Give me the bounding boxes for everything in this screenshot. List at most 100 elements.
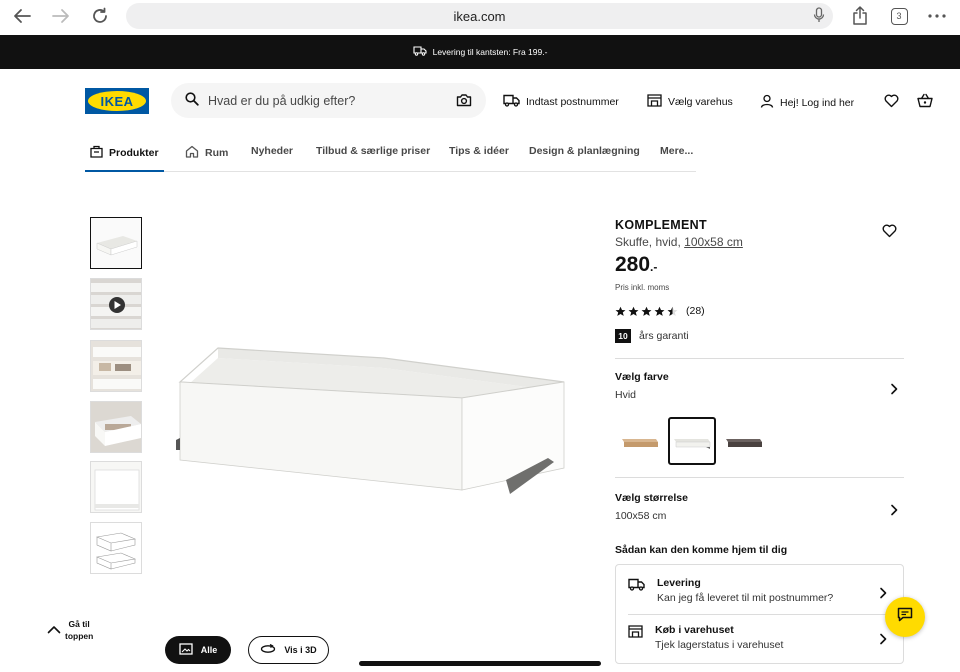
color-value: Hvid [615,389,637,401]
warranty-label: års garanti [639,330,689,342]
price-note: Pris inkl. moms [615,283,670,292]
chevron-right-icon[interactable] [878,586,888,604]
logo-text: IKEA [88,91,146,111]
truck-icon [628,578,645,596]
thumbnail-3[interactable] [90,340,142,392]
thumbnail-4[interactable] [90,401,142,453]
login-label: Hej! Log ind her [780,96,855,109]
price-suffix: .- [650,260,658,274]
rotate-3d-icon [260,643,276,656]
color-swatch-white[interactable] [668,417,716,465]
search-icon [185,92,199,109]
color-swatch-black-brown[interactable] [720,417,768,465]
camera-icon[interactable] [456,93,472,110]
forward-icon[interactable] [49,5,73,27]
description-text: Skuffe, hvid, [615,235,685,249]
products-bag-icon [90,145,103,161]
store-icon [628,625,643,643]
product-price: 280.- [615,253,657,277]
nav-label: Tilbud & særlige priser [316,145,431,157]
microphone-icon[interactable] [813,7,825,26]
chevron-right-icon[interactable] [889,382,899,400]
delivery-options: Levering Kan jeg få leveret til mit post… [615,564,904,664]
divider [628,614,892,615]
chevron-up-icon [47,625,61,636]
nav-label: Produkter [109,147,159,159]
back-to-top-button[interactable]: Gå til toppen [47,618,93,642]
ikea-logo[interactable]: IKEA [85,88,149,114]
product-description: Skuffe, hvid, 100x58 cm [615,235,743,249]
more-icon[interactable] [925,5,949,27]
postcode-label: Indtast postnummer [526,96,619,108]
nav-item-tilbud[interactable]: Tilbud & særlige priser [316,145,430,157]
category-nav: Produkter Rum Nyheder Tilbud & særlige p… [85,136,696,172]
search-input[interactable]: Hvad er du på udkig efter? [171,83,486,118]
back-icon[interactable] [10,5,34,27]
favorites-heart-icon[interactable] [884,94,899,113]
tabs-button[interactable]: 3 [887,5,911,27]
rating-count: (28) [686,305,705,317]
nav-active-underline [85,170,164,172]
show-all-images-button[interactable]: Alle [165,636,231,664]
rating-stars [615,306,678,317]
store-button[interactable]: Vælg varehus [647,94,733,110]
nav-label: Nyheder [251,145,294,157]
thumbnail-video[interactable] [90,278,142,330]
thumbnail-1[interactable] [90,217,142,269]
warranty[interactable]: 10 års garanti [615,329,689,343]
nav-item-mere[interactable]: Mere... [660,145,693,157]
product-name: KOMPLEMENT [615,218,707,232]
share-icon[interactable] [848,5,872,27]
price-value: 280 [615,253,651,276]
delivery-banner[interactable]: Levering til kantsten: Fra 199.- [0,35,960,69]
home-icon [185,145,199,161]
nav-item-tips[interactable]: Tips & idéer [449,145,509,157]
nav-label: Mere... [660,145,694,157]
star-icon [641,306,652,316]
save-heart-icon[interactable] [882,224,897,243]
reload-icon[interactable] [88,5,112,27]
all-label: Alle [200,645,218,655]
thumbnail-6[interactable] [90,522,142,574]
nav-item-produkter[interactable]: Produkter [90,145,159,161]
nav-label: Tips & idéer [449,145,509,157]
delivery-option-title: Køb i varehuset [655,624,734,636]
color-title: Vælg farve [615,371,669,383]
delivery-option-home[interactable]: Levering Kan jeg få leveret til mit post… [628,577,833,604]
view-in-3d-button[interactable]: Vis i 3D [248,636,329,664]
chevron-right-icon[interactable] [878,632,888,650]
nav-item-rum[interactable]: Rum [185,145,228,161]
chat-button[interactable] [885,597,925,637]
warranty-badge: 10 [615,329,631,343]
to-top-line1: Gå til [68,619,90,629]
thumbnail-5[interactable] [90,461,142,513]
star-icon [667,306,678,316]
search-placeholder: Hvad er du på udkig efter? [208,93,356,108]
product-main-image[interactable] [170,330,580,510]
gallery-icon [179,643,193,657]
url-text: ikea.com [453,8,506,24]
star-icon [628,306,639,316]
size-value: 100x58 cm [615,510,667,522]
delivery-option-store[interactable]: Køb i varehuset Tjek lagerstatus i vareh… [628,624,783,651]
chevron-right-icon[interactable] [889,503,899,521]
size-link[interactable]: 100x58 cm [684,235,743,249]
delivery-option-subtitle: Kan jeg få leveret til mit postnummer? [657,592,834,604]
nav-label: Design & planlægning [529,145,640,157]
truck-icon [413,46,427,58]
divider [615,477,904,478]
rating[interactable]: (28) [615,305,705,317]
store-label: Vælg varehus [668,96,733,108]
login-button[interactable]: Hej! Log ind her [760,94,854,111]
color-swatch-oak[interactable] [616,417,664,465]
url-bar[interactable]: ikea.com [126,3,833,29]
store-icon [647,94,662,110]
shopping-bag-icon[interactable] [917,93,933,113]
postcode-button[interactable]: Indtast postnummer [503,94,619,110]
tab-count: 3 [890,7,908,25]
delivery-option-subtitle: Tjek lagerstatus i varehuset [655,639,784,651]
star-icon [654,306,665,316]
nav-item-nyheder[interactable]: Nyheder [251,145,293,157]
delivery-option-title: Levering [657,577,701,589]
nav-item-design[interactable]: Design & planlægning [529,145,640,157]
